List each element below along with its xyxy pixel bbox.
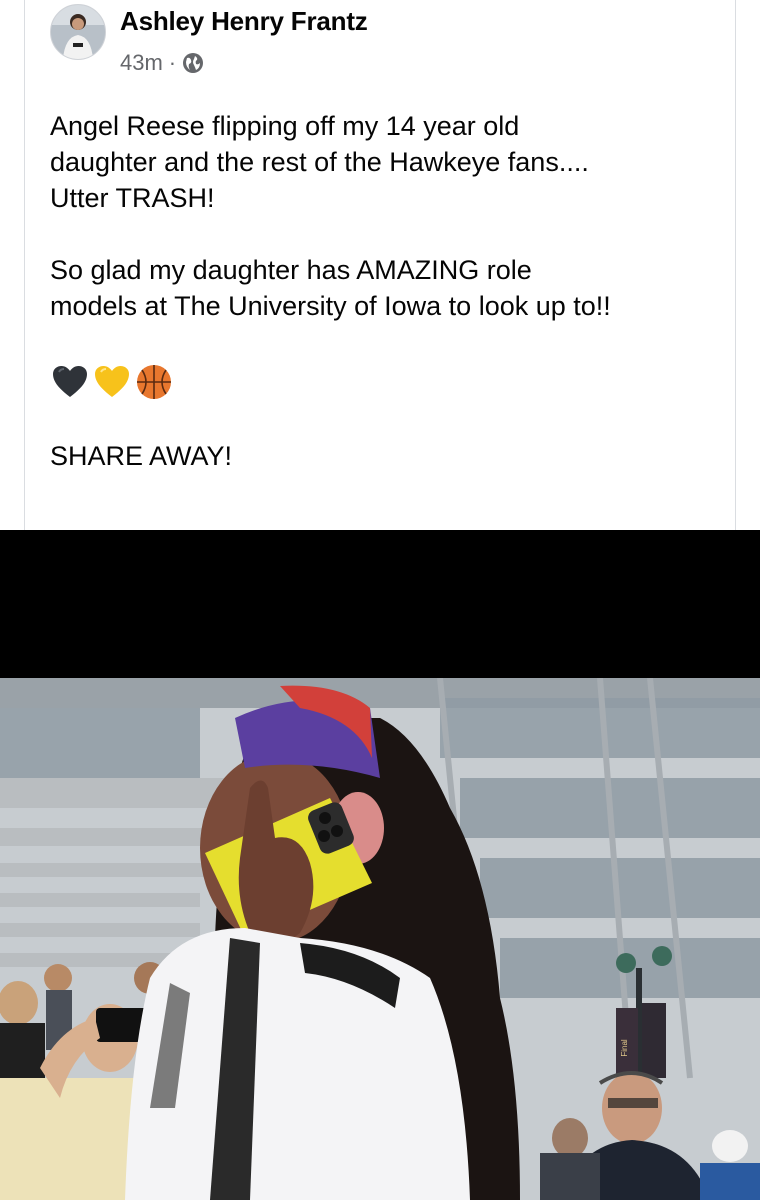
banner-text: Final (620, 1039, 629, 1057)
post-line: Utter TRASH! (50, 183, 215, 213)
post-line: SHARE AWAY! (50, 441, 233, 471)
basketball-icon (134, 362, 174, 402)
post-meta: 43m · (120, 50, 204, 76)
meta-separator: · (168, 50, 177, 75)
avatar-image (51, 5, 105, 59)
photo-scene: Final (0, 678, 760, 1200)
post-text: Angel Reese flipping off my 14 year old … (50, 108, 730, 474)
post-time[interactable]: 43m (120, 50, 163, 76)
post-line: daughter and the rest of the Hawkeye fan… (50, 147, 589, 177)
post-line: Angel Reese flipping off my 14 year old (50, 111, 520, 141)
black-heart-icon (50, 362, 90, 402)
globe-icon (182, 52, 204, 74)
yellow-heart-icon (92, 362, 132, 402)
post-line: So glad my daughter has AMAZING role (50, 255, 532, 285)
author-name[interactable]: Ashley Henry Frantz (120, 6, 368, 37)
emoji-row (50, 360, 730, 404)
image-letterbox (0, 530, 760, 678)
post-photo[interactable]: Final (0, 678, 760, 1200)
avatar[interactable] (50, 4, 106, 60)
page: Ashley Henry Frantz 43m · Angel Reese fl… (0, 0, 760, 1200)
post-line: models at The University of Iowa to look… (50, 291, 611, 321)
